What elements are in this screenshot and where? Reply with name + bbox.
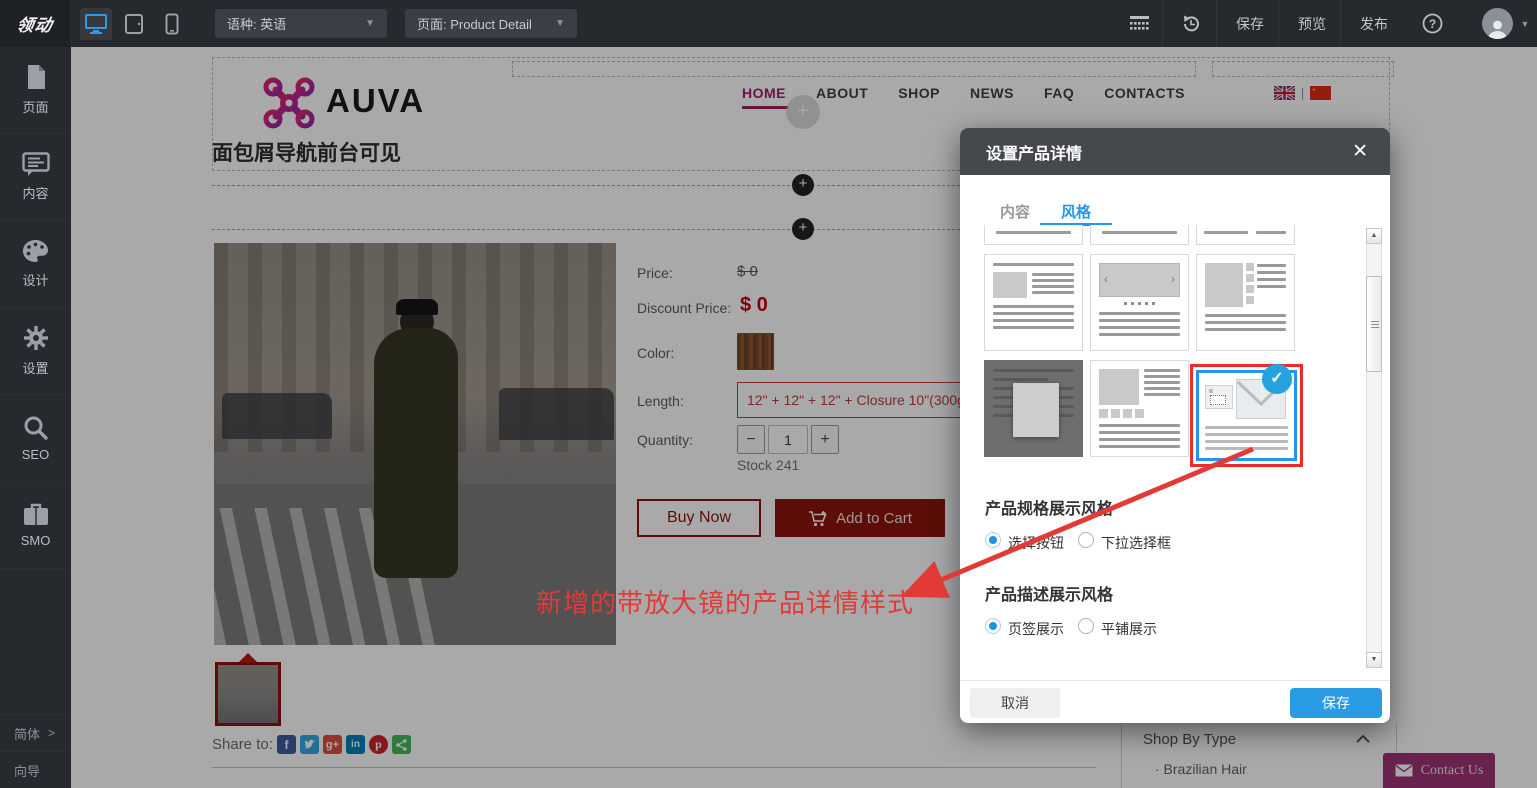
radio-desc-tabs[interactable] — [985, 618, 1001, 634]
style-thumbnail-thumbs-row[interactable] — [1090, 360, 1189, 457]
style-thumbnail[interactable] — [984, 225, 1083, 245]
preview-button[interactable]: 预览 — [1284, 0, 1340, 47]
modal-scrollbar-thumb[interactable] — [1366, 276, 1382, 372]
page-dropdown[interactable]: 页面: Product Detail▼ — [405, 9, 577, 38]
page-icon — [24, 64, 48, 90]
radio-spec-dropdown-label[interactable]: 下拉选择框 — [1101, 533, 1171, 553]
sidebar-item-smo[interactable]: SMO — [0, 482, 71, 569]
content-icon — [22, 152, 50, 176]
gear-icon — [23, 325, 49, 351]
modal-header: 设置产品详情 ✕ — [960, 128, 1390, 175]
style-thumbnail-carousel[interactable]: ‹ › — [1090, 254, 1189, 351]
desc-style-title: 产品描述展示风格 — [985, 581, 1113, 605]
style-thumbnail-lightbox[interactable] — [984, 360, 1083, 457]
desktop-view-button[interactable] — [80, 8, 112, 40]
radio-spec-buttons[interactable] — [985, 532, 1001, 548]
modal-save-button[interactable]: 保存 — [1290, 688, 1382, 718]
publish-button[interactable]: 发布 — [1346, 0, 1402, 47]
toolbar-separator — [1216, 0, 1217, 47]
app-logo[interactable]: 领动 — [0, 0, 70, 47]
sidebar-item-seo[interactable]: SEO — [0, 395, 71, 482]
editor-window: AUVA HOME ABOUT SHOP NEWS FAQ CONTACTS +… — [0, 0, 1537, 788]
history-button[interactable] — [1168, 0, 1214, 47]
radio-desc-tabs-label[interactable]: 页签展示 — [1008, 619, 1064, 639]
chevron-right-icon: > — [48, 726, 55, 740]
search-icon — [23, 415, 48, 440]
style-thumbnail[interactable] — [1090, 225, 1189, 245]
tab-content[interactable]: 内容 — [1000, 201, 1030, 222]
selected-check-icon: ✓ — [1262, 364, 1292, 394]
annotation-text: 新增的带放大镜的产品详情样式 — [536, 583, 914, 620]
style-thumbnail-gallery-column[interactable] — [1196, 254, 1295, 351]
editor-sidebar: 页面 内容 设计 设置 SEO SMO 简体 > — [0, 47, 71, 788]
save-button[interactable]: 保存 — [1222, 0, 1278, 47]
briefcase-icon — [23, 502, 49, 526]
components-grid-button[interactable] — [1118, 0, 1160, 47]
radio-desc-flat-label[interactable]: 平铺展示 — [1101, 619, 1157, 639]
radio-desc-flat[interactable] — [1078, 618, 1094, 634]
toolbar-separator — [1278, 0, 1279, 47]
modal-title: 设置产品详情 — [986, 140, 1082, 164]
editor-toolbar: 领动 语种: 英语▼ 页面: Product Detail▼ — [0, 0, 1537, 47]
spec-style-title: 产品规格展示风格 — [985, 495, 1113, 519]
wizard-button[interactable]: 向导 — [0, 751, 71, 788]
tablet-view-button[interactable] — [118, 8, 150, 40]
radio-spec-dropdown[interactable] — [1078, 532, 1094, 548]
cancel-button[interactable]: 取消 — [970, 688, 1060, 718]
scroll-up-button[interactable]: ▲ — [1366, 228, 1382, 244]
close-icon[interactable]: ✕ — [1352, 140, 1368, 163]
user-avatar[interactable] — [1482, 8, 1513, 39]
toolbar-separator — [1162, 0, 1163, 47]
palette-icon — [22, 239, 49, 263]
sidebar-item-content[interactable]: 内容 — [0, 134, 71, 221]
toolbar-separator — [1340, 0, 1341, 47]
sidebar-item-settings[interactable]: 设置 — [0, 308, 71, 395]
tab-style[interactable]: 风格 — [1061, 201, 1091, 222]
sidebar-bottom: 简体 > 向导 — [0, 714, 71, 788]
style-thumbnail[interactable] — [1196, 225, 1295, 245]
radio-spec-buttons-label[interactable]: 选择按钮 — [1008, 533, 1064, 553]
sidebar-item-pages[interactable]: 页面 — [0, 47, 71, 134]
modal-footer-divider — [960, 680, 1390, 681]
style-thumbnail-image-left[interactable] — [984, 254, 1083, 351]
simplified-chinese-toggle[interactable]: 简体 > — [0, 714, 71, 751]
account-caret-icon[interactable]: ▼ — [1516, 0, 1534, 47]
scroll-down-button[interactable]: ▼ — [1366, 652, 1382, 668]
help-icon[interactable]: ? — [1412, 0, 1452, 47]
sidebar-item-design[interactable]: 设计 — [0, 221, 71, 308]
language-dropdown[interactable]: 语种: 英语▼ — [215, 9, 387, 38]
mobile-view-button[interactable] — [156, 8, 188, 40]
svg-text:?: ? — [1428, 17, 1435, 31]
